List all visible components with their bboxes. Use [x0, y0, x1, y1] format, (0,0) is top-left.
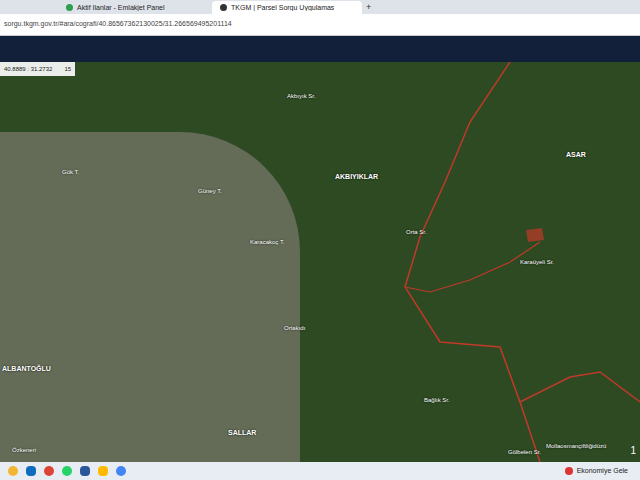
news-icon — [565, 467, 573, 475]
map-label: Ortakıdı — [284, 324, 305, 333]
map-label: AKBIYIKLAR — [335, 172, 378, 183]
map-label: Gök T. — [62, 168, 79, 177]
map-toolbar: 40.8889 : 31.273215 — [0, 62, 75, 76]
map-label: SALLAR — [228, 428, 256, 439]
address-bar[interactable]: sorgu.tkgm.gov.tr/#ara/cografi/40.865673… — [0, 14, 640, 36]
app-icon[interactable] — [116, 466, 126, 476]
map-label: ASAR — [566, 150, 586, 161]
map-label: Özkeneri — [12, 446, 36, 455]
map-label: Bağlık Sr. — [424, 396, 450, 405]
corner-text: 1 — [630, 443, 636, 458]
map-label: ALBANTOĞLU — [2, 364, 51, 375]
app-icon[interactable] — [80, 466, 90, 476]
map-label: Akbıyık Sr. — [287, 92, 316, 101]
browser-tab[interactable]: Aktif İlanlar - Emlakjet Panel — [58, 1, 208, 14]
favicon-icon — [220, 4, 227, 11]
search-icon[interactable] — [8, 466, 18, 476]
app-icon[interactable] — [62, 466, 72, 476]
news-widget[interactable]: Ekonomiye Gele — [565, 466, 632, 477]
new-tab-button[interactable]: + — [366, 3, 371, 14]
app-icon[interactable] — [98, 466, 108, 476]
town-area — [0, 132, 300, 462]
map-label: Orta Sr. — [406, 228, 427, 237]
browser-tab[interactable]: TKGM | Parsel Sorgu Uygulamas — [212, 1, 362, 14]
screen: Aktif İlanlar - Emlakjet Panel TKGM | Par… — [0, 0, 640, 480]
map-label: Karacakoç T. — [250, 238, 285, 247]
app-icon[interactable] — [44, 466, 54, 476]
map-label: Karaüyeli Sr. — [520, 258, 554, 267]
app-icon[interactable] — [26, 466, 36, 476]
map-label: Güney T. — [198, 187, 222, 196]
site-header — [0, 36, 640, 62]
map-label: Gölbelen Sr. — [508, 448, 541, 457]
map[interactable]: 40.8889 : 31.273215 Akbıyık Sr. Gök T. AKBI… — [0, 62, 640, 462]
taskbar: Ekonomiye Gele — [0, 462, 640, 480]
map-label: Mollaosmançiftliğidüzü — [546, 442, 606, 451]
favicon-icon — [66, 4, 73, 11]
tab-bar: Aktif İlanlar - Emlakjet Panel TKGM | Par… — [0, 0, 640, 14]
